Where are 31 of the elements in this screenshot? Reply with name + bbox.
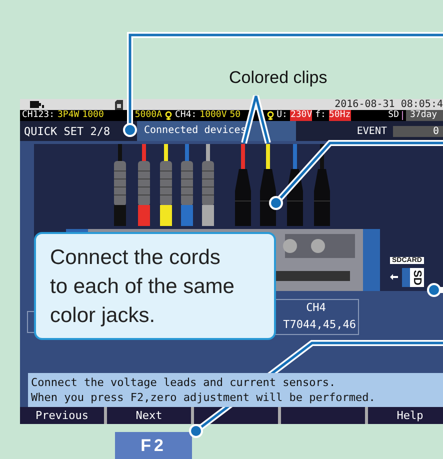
message-line: When you press F2,zero adjustment will be performed. [31,390,376,405]
message-line: Connect the voltage leads and current sensors. [31,375,337,390]
header-text: 3P4W [58,110,80,121]
storage-days: 37day [406,110,443,121]
header-text: CH123: [22,110,55,121]
header-text: 1000V [200,110,227,121]
battery-icon [30,101,44,108]
f2-key[interactable]: F2 [115,432,192,459]
table-cell-text: T7044,45,46 [283,317,357,333]
date-time: 2016-08-31 08:05:4 [334,99,443,110]
header-text: 230V [290,110,312,121]
function-key[interactable]: Next [107,407,191,424]
header-text: 50 [230,110,241,121]
callout-bubble: Connect the cords to each of the same color jacks. [34,232,276,340]
callout-label: Colored clips [229,68,328,88]
header-text: 50Hz [328,110,351,121]
function-key[interactable]: Previous [20,407,104,424]
sd-icon [115,100,123,110]
storage-label: SD [388,110,399,121]
arrow-icon [390,274,398,280]
header-text: f: [315,110,326,121]
step-title: QUICK SET 2/8 [23,124,112,138]
header-text: U: [276,110,288,121]
function-key[interactable]: Help [368,407,443,424]
header-text: CH4: [174,110,197,121]
event-label: EVENT [356,126,387,136]
sd-card: SD [402,268,424,287]
header-text: 5000A [134,110,162,121]
header-text: 1000 [82,110,104,121]
event-count: 0 [393,126,443,136]
table-heading: CH4 [306,300,326,316]
